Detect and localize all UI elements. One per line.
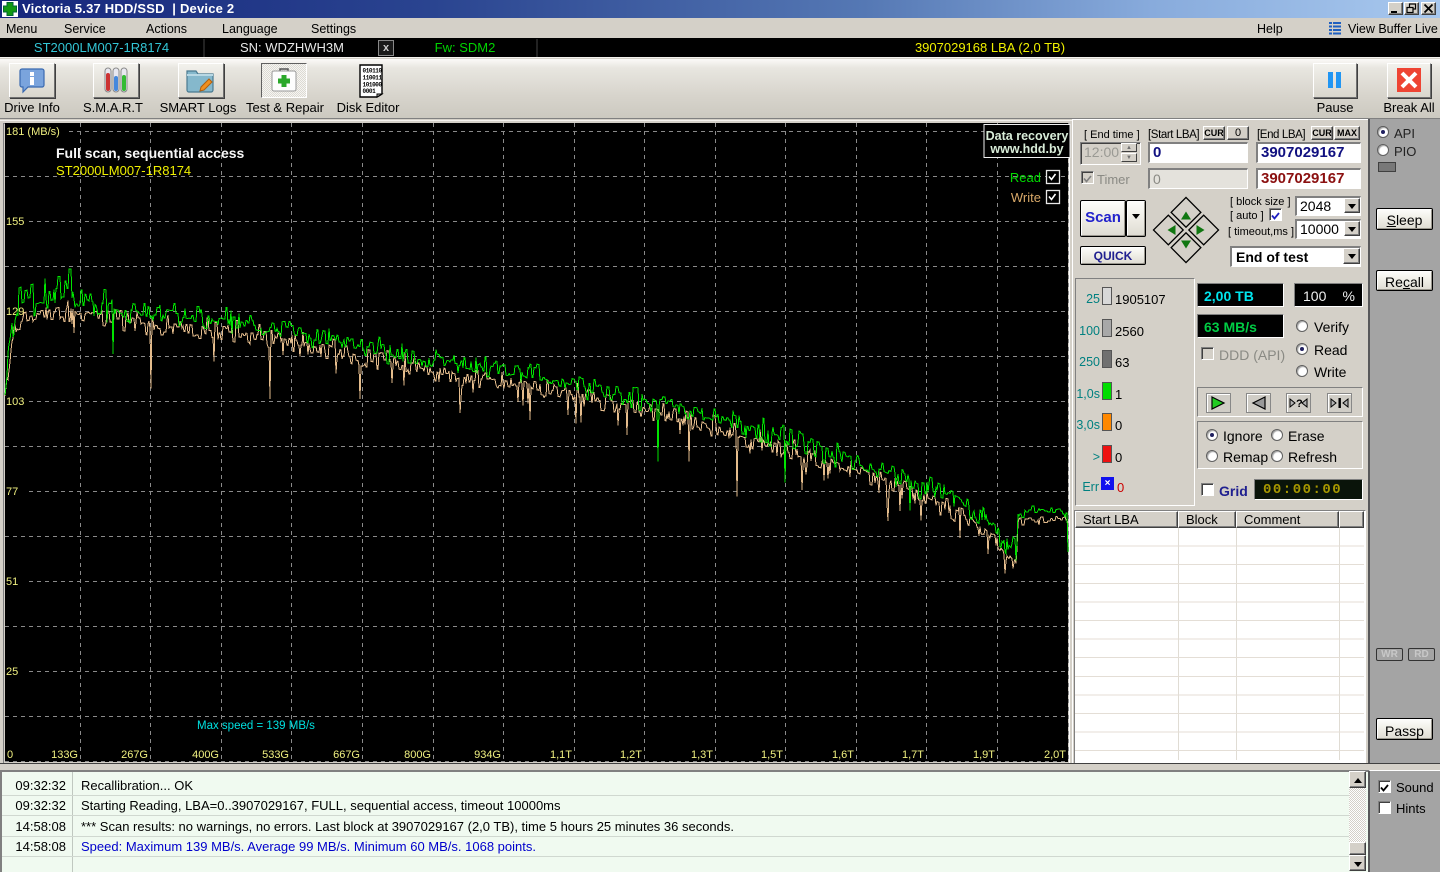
svg-text:934G: 934G — [474, 749, 501, 761]
svg-text:1,7T: 1,7T — [902, 749, 924, 761]
svg-text:Read: Read — [1010, 170, 1041, 185]
svg-text:25: 25 — [6, 666, 18, 678]
svg-text:ST2000LM007-1R8174: ST2000LM007-1R8174 — [56, 163, 191, 178]
svg-text:77: 77 — [6, 486, 18, 498]
svg-text:1,2T: 1,2T — [620, 749, 642, 761]
svg-text:Data recovery: Data recovery — [986, 129, 1069, 143]
svg-text:533G: 533G — [262, 749, 289, 761]
svg-text:51: 51 — [6, 576, 18, 588]
svg-text:1,3T: 1,3T — [691, 749, 713, 761]
svg-text:www.hdd.by: www.hdd.by — [989, 142, 1063, 156]
svg-text:?: ? — [1296, 398, 1303, 410]
svg-text:267G: 267G — [121, 749, 148, 761]
svg-text:Full scan, sequential access: Full scan, sequential access — [56, 145, 245, 161]
svg-text:103: 103 — [6, 396, 24, 408]
svg-text:1,5T: 1,5T — [761, 749, 783, 761]
svg-text:Write: Write — [1011, 190, 1041, 205]
svg-text:133G: 133G — [51, 749, 78, 761]
svg-text:Max speed = 139 MB/s: Max speed = 139 MB/s — [197, 720, 315, 732]
svg-text:1,1T: 1,1T — [550, 749, 572, 761]
svg-text:129: 129 — [6, 306, 24, 318]
svg-text:2,0T: 2,0T — [1044, 749, 1066, 761]
svg-text:800G: 800G — [404, 749, 431, 761]
svg-text:1,6T: 1,6T — [832, 749, 854, 761]
svg-text:400G: 400G — [192, 749, 219, 761]
svg-text:155: 155 — [6, 216, 24, 228]
svg-text:0: 0 — [7, 749, 13, 761]
svg-text:1,9T: 1,9T — [973, 749, 995, 761]
svg-text:667G: 667G — [333, 749, 360, 761]
svg-text:181 (MB/s): 181 (MB/s) — [6, 126, 60, 138]
